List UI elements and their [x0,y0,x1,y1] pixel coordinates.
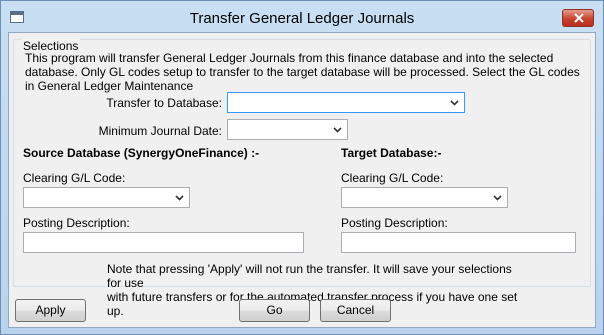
source-posting-description-label: Posting Description: [23,216,130,230]
dialog-body: Selections This program will transfer Ge… [8,32,596,328]
transfer-to-database-label: Transfer to Database: [106,96,222,110]
target-posting-description-input[interactable] [341,232,576,253]
apply-note-text: Note that pressing 'Apply' will not run … [107,262,518,318]
source-posting-description-input[interactable] [23,232,304,253]
transfer-to-database-select[interactable] [227,92,465,113]
go-button[interactable]: Go [239,299,310,322]
close-button[interactable] [562,9,594,27]
chevron-down-icon [493,195,502,201]
chevron-down-icon [450,100,459,106]
window-title: Transfer General Ledger Journals [189,10,415,27]
source-database-heading: Source Database (SynergyOneFinance) :- [23,146,260,160]
minimum-journal-date-picker[interactable] [227,119,348,140]
target-database-heading: Target Database:- [341,146,442,160]
title-bar: Transfer General Ledger Journals [1,1,603,32]
source-clearing-gl-select[interactable] [23,187,190,208]
chevron-down-icon [175,195,184,201]
chevron-down-icon [333,127,342,133]
target-clearing-gl-label: Clearing G/L Code: [341,171,444,185]
cancel-button[interactable]: Cancel [320,299,391,322]
target-clearing-gl-select[interactable] [341,187,508,208]
transfer-gl-journals-window: Transfer General Ledger Journals Selecti… [0,0,604,335]
close-x-icon [574,13,584,23]
apply-button[interactable]: Apply [15,299,86,322]
intro-text: This program will transfer General Ledge… [25,51,580,93]
minimum-journal-date-label: Minimum Journal Date: [98,124,222,138]
target-posting-description-label: Posting Description: [341,216,448,230]
source-clearing-gl-label: Clearing G/L Code: [23,171,126,185]
selections-groupbox: Selections This program will transfer Ge… [13,39,591,318]
